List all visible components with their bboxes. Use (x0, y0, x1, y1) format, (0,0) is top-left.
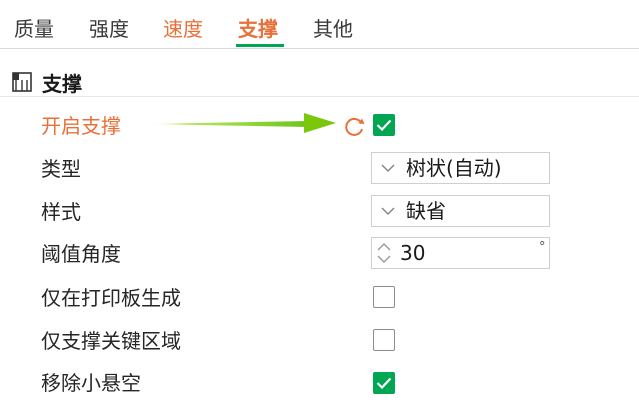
support-type-dropdown[interactable]: 树状(自动) (371, 152, 550, 184)
build-plate-only-checkbox[interactable] (373, 286, 395, 308)
support-section-header: 支撑 (0, 62, 639, 97)
checkmark-icon (376, 377, 392, 390)
remove-small-overhangs-checkbox[interactable] (373, 372, 395, 394)
tab-quality[interactable]: 质量 (14, 17, 54, 41)
pointer-arrow-icon (142, 113, 336, 133)
tab-speed[interactable]: 速度 (163, 17, 203, 41)
support-style-dropdown[interactable]: 缺省 (371, 195, 550, 227)
build-plate-only-label: 仅在打印板生成 (41, 286, 181, 310)
threshold-angle-unit: ° (539, 240, 546, 255)
section-title: 支撑 (42, 72, 82, 96)
support-style-value: 缺省 (406, 199, 446, 223)
support-type-value: 树状(自动) (406, 156, 502, 180)
threshold-angle-value[interactable]: 30 (400, 241, 425, 265)
active-tab-indicator (236, 44, 284, 47)
enable-support-checkbox[interactable] (373, 114, 395, 136)
chevron-down-icon (381, 207, 395, 216)
tab-others[interactable]: 其他 (313, 17, 353, 41)
remove-small-overhangs-label: 移除小悬空 (41, 371, 141, 395)
reset-icon[interactable] (343, 114, 367, 138)
tab-strength[interactable]: 强度 (89, 17, 129, 41)
checkmark-icon (376, 119, 392, 132)
tab-bar: 质量 强度 速度 支撑 其他 (0, 0, 639, 49)
spin-arrows-icon[interactable] (375, 240, 393, 266)
support-type-label: 类型 (41, 157, 81, 181)
critical-regions-only-label: 仅支撑关键区域 (41, 329, 181, 353)
tab-support[interactable]: 支撑 (238, 17, 278, 41)
critical-regions-only-checkbox[interactable] (373, 329, 395, 351)
chevron-down-icon (381, 164, 395, 173)
support-section-icon (12, 72, 32, 92)
enable-support-label: 开启支撑 (41, 114, 121, 138)
threshold-angle-label: 阈值角度 (41, 242, 121, 266)
threshold-angle-spinbox[interactable]: 30 ° (371, 237, 550, 269)
support-style-label: 样式 (41, 200, 81, 224)
